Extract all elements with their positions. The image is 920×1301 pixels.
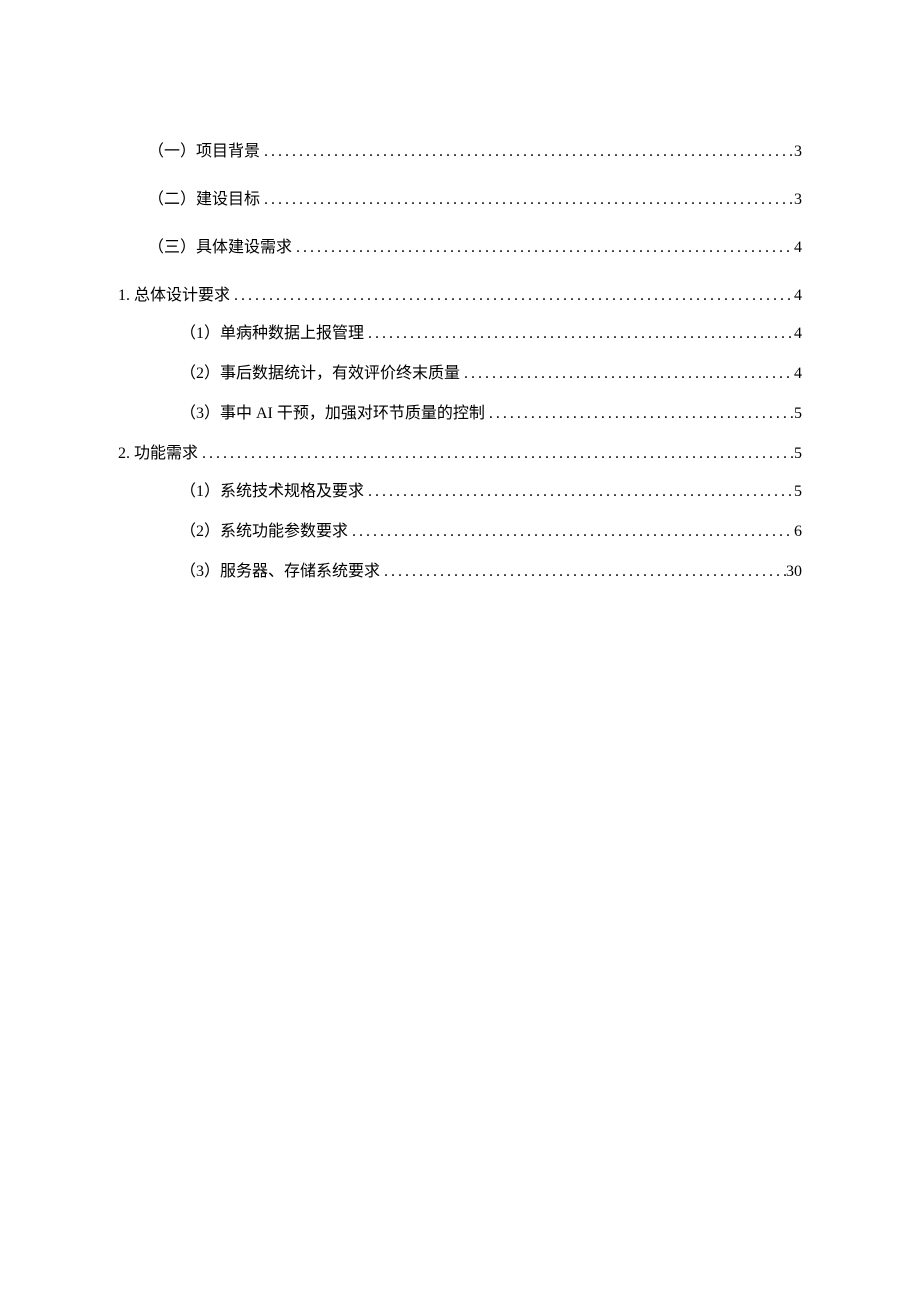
toc-label: （一）项目背景 <box>118 140 260 164</box>
toc-leader-dots <box>460 362 794 386</box>
toc-page-number: 6 <box>794 520 802 544</box>
toc-page-number: 4 <box>794 322 802 346</box>
toc-entry: （三）具体建设需求 4 <box>118 236 802 260</box>
toc-entry: （1）单病种数据上报管理 4 <box>118 322 802 346</box>
toc-page-number: 30 <box>786 560 802 584</box>
toc-leader-dots <box>292 236 794 260</box>
toc-page-number: 3 <box>794 140 802 164</box>
toc-leader-dots <box>260 188 794 212</box>
toc-label: （1）单病种数据上报管理 <box>118 322 364 346</box>
toc-label: （2）事后数据统计，有效评价终末质量 <box>118 362 460 386</box>
toc-label: 2. 功能需求 <box>118 442 198 466</box>
toc-page-number: 4 <box>794 236 802 260</box>
toc-label: （三）具体建设需求 <box>118 236 292 260</box>
toc-entry: （2）事后数据统计，有效评价终末质量 4 <box>118 362 802 386</box>
toc-entry: （二）建设目标 3 <box>118 188 802 212</box>
toc-page-number: 3 <box>794 188 802 212</box>
toc-page-number: 5 <box>794 480 802 504</box>
toc-leader-dots <box>364 322 794 346</box>
toc-page-number: 5 <box>794 442 802 466</box>
toc-label: 1. 总体设计要求 <box>118 284 230 308</box>
toc-page-number: 4 <box>794 284 802 308</box>
toc-leader-dots <box>230 284 794 308</box>
toc-page-number: 5 <box>794 402 802 426</box>
toc-entry: （1）系统技术规格及要求 5 <box>118 480 802 504</box>
toc-entry: 2. 功能需求 5 <box>118 442 802 466</box>
toc-leader-dots <box>380 560 786 584</box>
toc-entry: （3）事中 AI 干预，加强对环节质量的控制 5 <box>118 402 802 426</box>
toc-entry: （一）项目背景 3 <box>118 140 802 164</box>
toc-entry: （2）系统功能参数要求 6 <box>118 520 802 544</box>
toc-leader-dots <box>364 480 794 504</box>
toc-label: （3）事中 AI 干预，加强对环节质量的控制 <box>118 402 485 426</box>
toc-entry: 1. 总体设计要求 4 <box>118 284 802 308</box>
toc-label: （二）建设目标 <box>118 188 260 212</box>
toc-leader-dots <box>348 520 794 544</box>
toc-label: （3）服务器、存储系统要求 <box>118 560 380 584</box>
toc-label: （2）系统功能参数要求 <box>118 520 348 544</box>
toc-entry: （3）服务器、存储系统要求 30 <box>118 560 802 584</box>
toc-leader-dots <box>260 140 794 164</box>
table-of-contents: （一）项目背景 3 （二）建设目标 3 （三）具体建设需求 4 1. 总体设计要… <box>118 140 802 584</box>
toc-label: （1）系统技术规格及要求 <box>118 480 364 504</box>
toc-leader-dots <box>485 402 794 426</box>
toc-leader-dots <box>198 442 794 466</box>
toc-page-number: 4 <box>794 362 802 386</box>
